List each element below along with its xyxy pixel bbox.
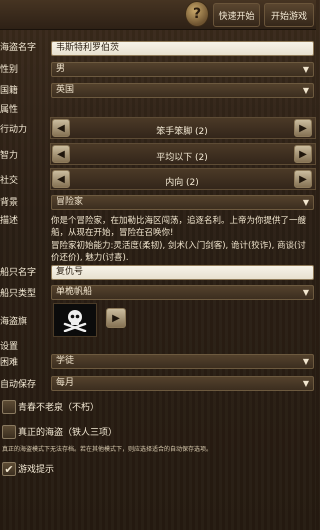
hints-checkbox[interactable]: ✔ (2, 462, 16, 476)
ironman-label: 真正的海盗（铁人三项） (18, 428, 118, 438)
nationality-value: 英国 (56, 85, 75, 95)
hints-label: 游戏提示 (18, 465, 55, 475)
next-flag-arrow-icon[interactable]: ▶ (106, 308, 126, 328)
gender-select[interactable]: 男 ▼ (51, 62, 314, 77)
ship-name-label: 船只名字 (0, 268, 37, 278)
description-skills: 冒险家初始能力:灵活度(柔韧), 剑术(入门剑客), 诡计(狡诈), 商谈(讨价… (51, 241, 306, 263)
autosave-value: 每月 (56, 378, 75, 388)
ship-name-input[interactable]: 复仇号 (51, 265, 314, 280)
background-select[interactable]: 冒险家 ▼ (51, 195, 314, 210)
chevron-down-icon: ▼ (302, 86, 309, 95)
stat-value-intelligence: 平均以下 (2) (156, 153, 208, 163)
start-game-button[interactable]: 开始游戏 (264, 3, 314, 27)
pirate-name-input[interactable]: 韦斯特利罗伯茨 (51, 41, 314, 56)
increase-arrow-icon[interactable]: ▶ (294, 170, 312, 188)
decrease-arrow-icon[interactable]: ◀ (52, 170, 70, 188)
chevron-down-icon: ▼ (302, 379, 309, 388)
stat-label-intelligence: 智力 (0, 151, 19, 161)
chevron-down-icon: ▼ (302, 198, 309, 207)
immortal-checkbox[interactable] (2, 400, 16, 414)
autosave-select[interactable]: 每月 ▼ (51, 376, 314, 391)
pirate-name-label: 海盗名字 (0, 43, 37, 53)
background-label: 背景 (0, 198, 19, 208)
checkmark-icon: ✔ (4, 462, 14, 476)
quick-start-button[interactable]: 快速开始 (213, 3, 260, 27)
help-button[interactable]: ? (185, 1, 209, 27)
attributes-header: 属性 (0, 105, 19, 115)
gender-label: 性别 (0, 65, 19, 75)
ironman-checkbox[interactable] (2, 425, 16, 439)
increase-arrow-icon[interactable]: ▶ (294, 145, 312, 163)
ship-type-label: 船只类型 (0, 289, 37, 299)
difficulty-value: 学徒 (56, 356, 75, 366)
immortal-label: 青春不老泉（不朽） (18, 403, 100, 413)
skull-crossbones-icon (63, 310, 87, 332)
stat-label-social: 社交 (0, 176, 19, 186)
description-text: 你是个冒险家，在加勒比海区闯荡，追逐名利。上帝为你提供了一艘船，从现在开始，冒险… (51, 216, 307, 238)
difficulty-label: 困难 (0, 358, 19, 368)
decrease-arrow-icon[interactable]: ◀ (52, 119, 70, 137)
settings-header: 设置 (0, 342, 19, 352)
nationality-select[interactable]: 英国 ▼ (51, 83, 314, 98)
ship-type-value: 单桅帆船 (56, 287, 93, 297)
gender-value: 男 (56, 64, 66, 74)
chevron-down-icon: ▼ (302, 65, 309, 74)
stat-value-social: 内向 (2) (165, 178, 199, 188)
autosave-label: 自动保存 (0, 380, 37, 390)
decrease-arrow-icon[interactable]: ◀ (52, 145, 70, 163)
chevron-down-icon: ▼ (302, 357, 309, 366)
ironman-note: 真正的海盗模式下无法存档。若在其他模式下，则应选择适合的自动保存选项。 (2, 446, 213, 453)
ship-type-select[interactable]: 单桅帆船 ▼ (51, 285, 314, 300)
stat-label-action: 行动力 (0, 125, 28, 135)
nationality-label: 国籍 (0, 86, 19, 96)
chevron-down-icon: ▼ (302, 288, 309, 297)
pirate-flag-label: 海盗旗 (0, 317, 28, 327)
pirate-flag-preview (53, 303, 97, 337)
stat-value-action: 笨手笨脚 (2) (156, 127, 208, 137)
description-label: 描述 (0, 216, 19, 226)
increase-arrow-icon[interactable]: ▶ (294, 119, 312, 137)
background-value: 冒险家 (56, 197, 84, 207)
difficulty-select[interactable]: 学徒 ▼ (51, 354, 314, 369)
